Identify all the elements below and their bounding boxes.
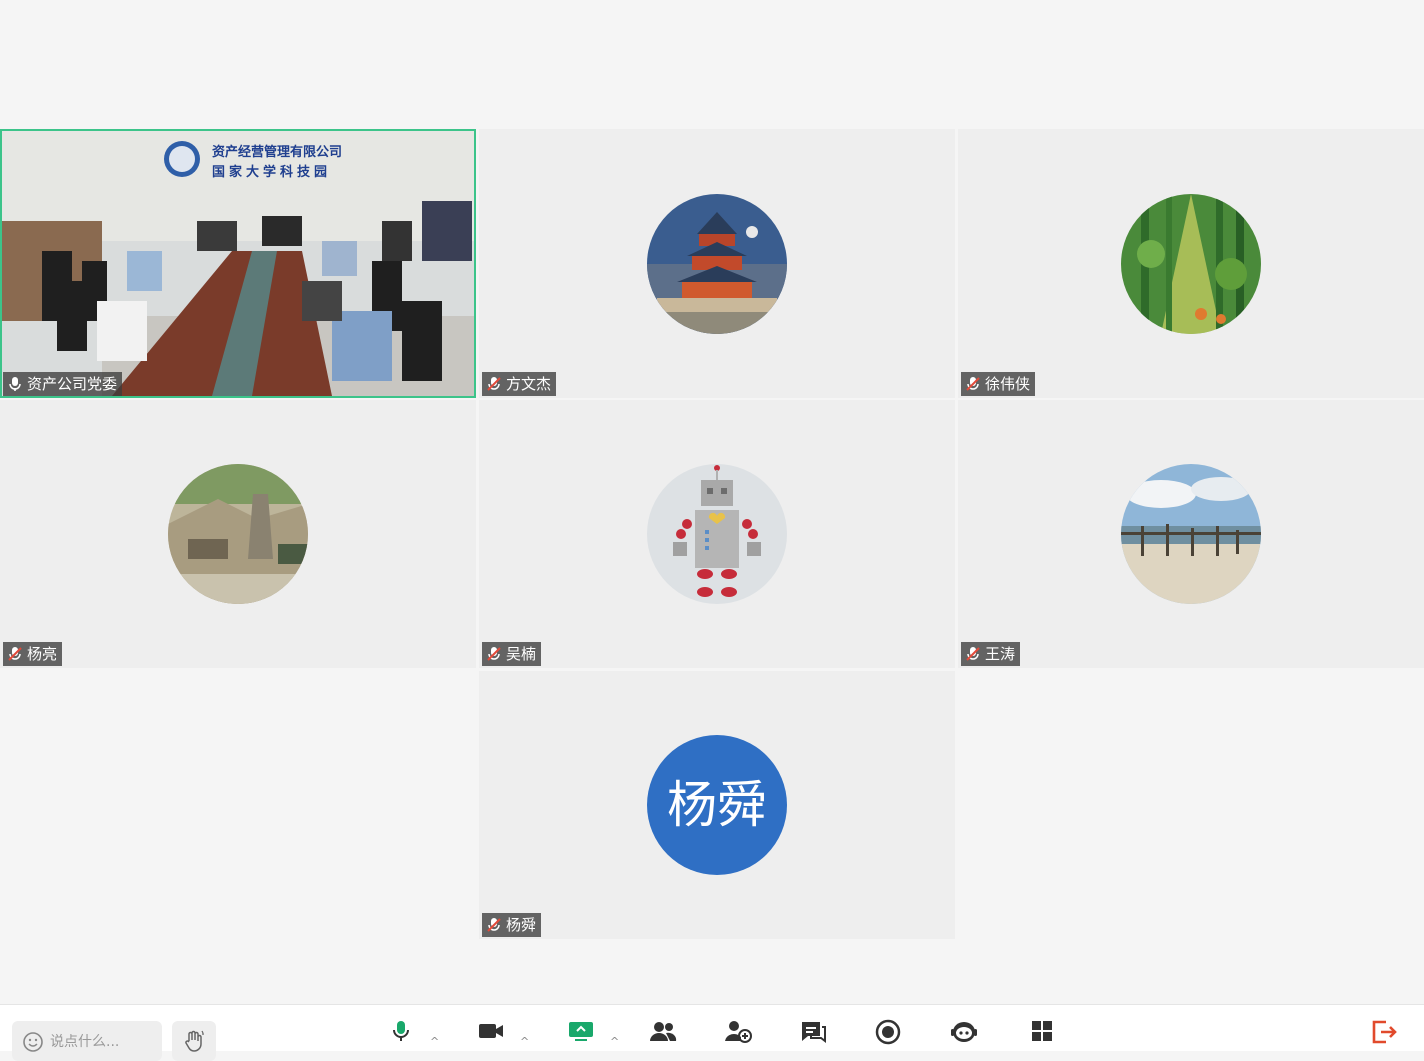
video-tile-6[interactable]: 王涛 [958, 400, 1424, 668]
mic-muted-icon [487, 377, 501, 391]
ai-assistant-button[interactable] [948, 1019, 980, 1051]
camera-options-caret[interactable]: ^ [520, 1035, 529, 1048]
screen-share-icon [569, 1022, 593, 1041]
avatar [1121, 193, 1261, 334]
video-sign: 资产经营管理有限公司 国家大学科技园 [212, 143, 342, 183]
participant-nametag: 资产公司党委 [3, 372, 123, 396]
participant-name: 王涛 [985, 645, 1016, 663]
participant-name: 徐伟侠 [985, 375, 1031, 393]
video-tile-5[interactable]: 吴楠 [479, 400, 955, 668]
participant-nametag: 杨舜 [482, 913, 542, 937]
participant-name: 方文杰 [506, 375, 552, 393]
chat-placeholder: 说点什么... [50, 1034, 120, 1050]
leave-icon [1372, 1020, 1397, 1044]
mic-muted-icon [8, 647, 22, 661]
participant-nametag: 杨亮 [3, 642, 63, 666]
mic-on-icon [9, 377, 21, 391]
video-tile-3[interactable]: 徐伟侠 [958, 129, 1424, 398]
participant-nametag: 方文杰 [482, 372, 557, 396]
layout-icon [1032, 1021, 1052, 1041]
avatar [1121, 464, 1261, 604]
mic-icon [393, 1021, 409, 1041]
avatar [168, 464, 308, 604]
mic-muted-icon [487, 647, 501, 661]
participant-name: 杨舜 [506, 916, 537, 934]
camera-button[interactable] [475, 1019, 507, 1051]
participant-nametag: 吴楠 [482, 642, 542, 666]
avatar [647, 464, 787, 604]
screen-share-button[interactable] [565, 1019, 597, 1051]
record-button[interactable] [872, 1019, 904, 1051]
invite-icon [725, 1021, 752, 1043]
invite-button[interactable] [722, 1019, 754, 1051]
participant-name: 杨亮 [27, 645, 58, 663]
video-tile-4[interactable]: 杨亮 [0, 400, 476, 668]
meeting-toolbar: 说点什么... ^ ^ ^ [0, 1004, 1424, 1061]
participant-nametag: 王涛 [961, 642, 1021, 666]
participant-name: 资产公司党委 [27, 375, 118, 393]
mic-button[interactable] [385, 1019, 417, 1051]
mic-muted-icon [966, 377, 980, 391]
video-tile-7[interactable]: 杨舜 杨舜 [479, 671, 955, 939]
video-tile-2[interactable]: 方文杰 [479, 129, 955, 398]
avatar-text: 杨舜 [667, 776, 767, 834]
video-sign-line1: 资产经营管理有限公司 [212, 145, 343, 160]
camera-icon [479, 1024, 503, 1038]
leave-meeting-button[interactable] [1368, 1019, 1400, 1051]
record-icon [875, 1019, 901, 1045]
participant-nametag: 徐伟侠 [961, 372, 1036, 396]
video-tile-1[interactable]: 资产经营管理有限公司 国家大学科技园 资产公司党委 [0, 129, 476, 398]
mic-muted-icon [487, 918, 501, 932]
robot-avatar-image [647, 464, 787, 604]
chat-button[interactable] [797, 1019, 829, 1051]
mic-options-caret[interactable]: ^ [430, 1035, 439, 1048]
robot-icon [951, 1022, 977, 1042]
screen-share-options-caret[interactable]: ^ [610, 1035, 619, 1048]
participant-name: 吴楠 [506, 645, 537, 663]
raise-hand-icon [185, 1030, 204, 1052]
temple-avatar-image [647, 193, 787, 334]
beach-avatar-image [1121, 464, 1261, 604]
landscape-avatar-image [168, 464, 308, 604]
mic-muted-icon [966, 647, 980, 661]
raise-hand-button[interactable] [172, 1021, 216, 1061]
chat-input[interactable]: 说点什么... [12, 1021, 162, 1061]
video-sign-line2: 国家大学科技园 [212, 165, 332, 180]
avatar [647, 193, 787, 334]
forest-avatar-image [1121, 193, 1261, 334]
participants-button[interactable] [647, 1019, 679, 1051]
layout-button[interactable] [1026, 1019, 1058, 1051]
participants-icon [650, 1022, 677, 1041]
avatar: 杨舜 [647, 735, 787, 875]
chat-icon [802, 1022, 826, 1043]
